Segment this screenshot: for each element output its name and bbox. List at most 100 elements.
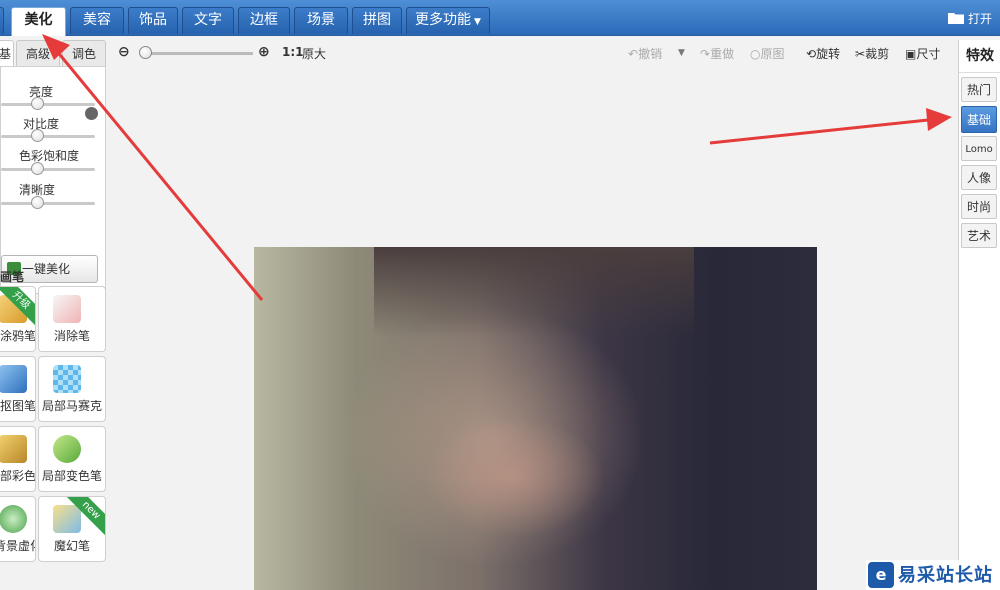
saturation-label: 色彩饱和度 — [18, 149, 79, 163]
tab-label: 美容 — [83, 12, 111, 28]
brightness-knob[interactable] — [31, 97, 44, 110]
effects-tab-hot[interactable]: 热门 — [961, 77, 997, 102]
undo-label: 撤销 — [638, 47, 663, 61]
tab-decorations[interactable]: 饰品 — [128, 7, 178, 34]
brightness-slider[interactable] — [1, 103, 95, 106]
paint-bucket-icon — [53, 435, 81, 463]
sharpness-slider[interactable] — [1, 202, 95, 205]
effects-tab-label: 艺术 — [966, 229, 991, 243]
tab-label: 更多功能 — [415, 12, 472, 28]
redo-icon: ↷ — [700, 47, 711, 61]
tool-eraser-pen[interactable]: 消除笔 — [38, 286, 106, 352]
tab-label: 场景 — [307, 12, 335, 28]
effects-tab-fashion[interactable]: 时尚 — [961, 194, 997, 219]
effects-tab-label: 时尚 — [966, 200, 991, 214]
tool-label: 局部变色笔 — [41, 469, 102, 483]
zoom-knob[interactable] — [139, 46, 152, 59]
arrow-to-basic-effects — [709, 108, 952, 145]
subtab-basic[interactable]: 基础 — [0, 40, 14, 88]
sharpness-knob[interactable] — [31, 196, 44, 209]
tab-collage[interactable]: 拼图 — [352, 7, 402, 34]
chevron-down-icon: ▼ — [474, 17, 481, 27]
actual-size-ratio[interactable]: 1:1 — [282, 45, 304, 59]
effects-panel: 特效 热门 基础 Lomo 人像 时尚 艺术 — [958, 40, 1000, 590]
site-logo-icon: e — [868, 562, 894, 588]
left-adjust-panel: 基础 高级 调色 亮度 对比度 色彩饱和度 清晰度 一键美化 画笔 涂鸦笔 升级… — [0, 36, 108, 590]
effects-tab-art[interactable]: 艺术 — [961, 223, 997, 248]
rotate-label: 旋转 — [816, 47, 841, 61]
saturation-knob[interactable] — [31, 162, 44, 175]
saturation-slider[interactable] — [1, 168, 95, 171]
tool-local-mosaic[interactable]: 局部马赛克 — [38, 356, 106, 422]
effects-tab-portrait[interactable]: 人像 — [961, 165, 997, 190]
brush-section-title: 画笔 — [0, 270, 25, 284]
subtab-advanced[interactable]: 高级 — [16, 40, 60, 67]
tool-doodle-pen[interactable]: 涂鸦笔 升级 — [0, 286, 36, 352]
contrast-slider[interactable] — [1, 135, 95, 138]
tab-label: 美化 — [24, 12, 53, 28]
tool-magic-pen[interactable]: 魔幻笔 new — [38, 496, 106, 562]
tool-label: 背景虚化 — [0, 539, 35, 553]
eye-icon: ○ — [750, 47, 761, 61]
tab-frame[interactable]: 边框 — [238, 7, 290, 34]
original-button[interactable]: ○原图 — [750, 45, 785, 62]
contrast-knob[interactable] — [31, 129, 44, 142]
tab-more-features[interactable]: 更多功能 ▼ — [406, 7, 490, 34]
effects-tab-lomo[interactable]: Lomo — [961, 136, 997, 161]
subtab-label: 调色 — [71, 47, 96, 61]
brush-icon — [0, 435, 27, 463]
zoom-in-icon[interactable]: ⊕ — [258, 44, 270, 60]
redo-button[interactable]: ↷重做 — [700, 45, 734, 62]
subtab-label: 高级 — [25, 47, 50, 61]
effects-tab-basic[interactable]: 基础 — [961, 106, 997, 133]
original-label: 原图 — [760, 47, 785, 61]
tool-label: 消除笔 — [53, 329, 90, 343]
site-watermark: e 易采站长站 — [866, 560, 1000, 590]
mosaic-icon — [53, 365, 81, 393]
tab-label: 文字 — [194, 12, 222, 28]
tab-scene[interactable]: 场景 — [294, 7, 348, 34]
reset-icon[interactable] — [85, 107, 98, 120]
folder-icon — [948, 13, 965, 24]
crop-label: 裁剪 — [865, 47, 890, 61]
photo-canvas[interactable] — [254, 247, 817, 590]
tool-local-color-pen[interactable]: 局部彩色笔 — [0, 426, 36, 492]
open-button[interactable]: 打开 — [948, 10, 992, 27]
original-size-button[interactable]: 原大 — [302, 45, 326, 62]
redo-label: 重做 — [710, 47, 735, 61]
adjust-box: 亮度 对比度 色彩饱和度 清晰度 一键美化 — [0, 66, 106, 294]
tab-label: 拼图 — [363, 12, 391, 28]
blur-icon — [0, 505, 27, 533]
tool-label: 局部彩色笔 — [0, 469, 36, 483]
effects-tab-label: Lomo — [965, 144, 993, 155]
undo-dropdown-icon[interactable]: ▼ — [678, 48, 685, 58]
undo-button[interactable]: ↶撤销 — [628, 45, 662, 62]
tool-cutout-pen[interactable]: 抠图笔 — [0, 356, 36, 422]
magic-pen-icon — [53, 505, 81, 533]
tab-partial[interactable] — [0, 7, 4, 34]
zoom-slider[interactable] — [143, 52, 253, 55]
zoom-out-icon[interactable]: ⊖ — [118, 44, 130, 60]
subtab-color[interactable]: 调色 — [62, 40, 106, 67]
tab-label: 边框 — [250, 12, 278, 28]
open-label: 打开 — [967, 12, 992, 26]
resize-label: 尺寸 — [916, 47, 941, 61]
tool-background-blur[interactable]: 背景虚化 — [0, 496, 36, 562]
rotate-button[interactable]: ⟲旋转 — [806, 45, 840, 62]
tool-label: 抠图笔 — [0, 399, 36, 413]
effects-tab-label: 热门 — [966, 83, 991, 97]
canvas-toolbar: ⊖ ⊕ 1:1 原大 ↶撤销 ▼ ↷重做 ○原图 ⟲旋转 ✂裁剪 ▣尺寸 — [108, 36, 958, 70]
eraser-icon — [53, 295, 81, 323]
effects-tab-label: 人像 — [966, 171, 991, 185]
resize-button[interactable]: ▣尺寸 — [905, 45, 940, 62]
tab-beautify[interactable]: 美化 — [11, 7, 66, 36]
tool-local-recolor-pen[interactable]: 局部变色笔 — [38, 426, 106, 492]
tool-label: 局部马赛克 — [41, 399, 102, 413]
tab-face[interactable]: 美容 — [70, 7, 124, 34]
resize-icon: ▣ — [905, 47, 917, 61]
tab-label: 饰品 — [139, 12, 167, 28]
undo-icon: ↶ — [628, 47, 639, 61]
rotate-icon: ⟲ — [806, 47, 817, 61]
tab-text[interactable]: 文字 — [182, 7, 234, 34]
crop-button[interactable]: ✂裁剪 — [855, 45, 889, 62]
